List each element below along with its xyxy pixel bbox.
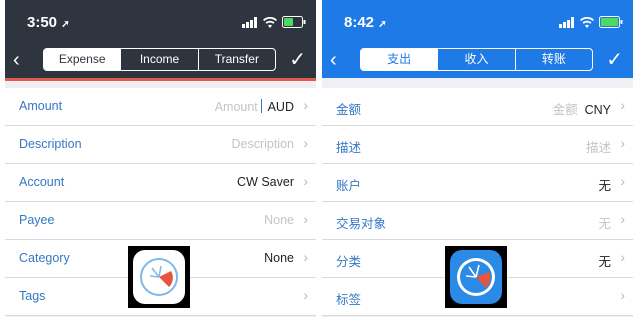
tab-income[interactable]: Income [120, 49, 197, 70]
payee-label: Payee [19, 213, 55, 227]
chevron-right-icon: › [303, 211, 308, 227]
tags-label: 标签 [336, 293, 362, 307]
description-input[interactable]: 描述 [586, 137, 611, 156]
description-row[interactable]: Description Description › [5, 126, 316, 164]
chevron-right-icon: › [303, 287, 308, 303]
chevron-right-icon: › [620, 173, 625, 189]
tab-income[interactable]: 收入 [437, 49, 514, 70]
category-label: 分类 [336, 255, 362, 269]
chevron-right-icon: › [303, 173, 308, 189]
back-chevron-icon[interactable]: ‹ [13, 49, 20, 71]
tab-transfer[interactable]: Transfer [197, 49, 275, 70]
location-arrow-icon: ➚ [61, 19, 70, 30]
category-value: None [264, 251, 294, 265]
wifi-icon [580, 16, 594, 28]
navigation-bar: ‹ Expense Income Transfer ✓ [5, 42, 316, 78]
back-chevron-icon[interactable]: ‹ [330, 49, 337, 71]
account-value: CW Saver [237, 175, 294, 189]
currency-value[interactable]: AUD [268, 100, 294, 114]
chevron-right-icon: › [303, 249, 308, 265]
account-row[interactable]: 账户 无 › [322, 164, 633, 202]
amount-row[interactable]: 金额 金额 CNY › [322, 88, 633, 126]
wifi-icon [263, 16, 277, 28]
tab-transfer[interactable]: 转账 [514, 49, 592, 70]
status-bar: 8:42 ➚ [322, 0, 633, 42]
status-bar: 3:50 ➚ [5, 0, 316, 42]
account-label: 账户 [336, 179, 362, 193]
chevron-right-icon: › [620, 135, 625, 151]
payee-label: 交易对象 [336, 217, 387, 231]
transaction-type-segmented-control: 支出 收入 转账 [360, 48, 593, 71]
tab-expense[interactable]: Expense [44, 49, 121, 70]
description-label: 描述 [336, 141, 362, 155]
description-input[interactable]: Description [231, 137, 294, 151]
amount-row[interactable]: Amount Amount AUD › [5, 88, 316, 126]
signal-icon [242, 16, 257, 28]
amount-label: Amount [19, 99, 63, 113]
tags-label: Tags [19, 289, 46, 303]
account-row[interactable]: Account CW Saver › [5, 164, 316, 202]
category-label: Category [19, 251, 70, 265]
location-arrow-icon: ➚ [378, 19, 387, 30]
phone-screen-chinese: 8:42 ➚ ‹ 支出 收入 转账 ✓ 金额 金额 CNY › 描述 描述 › … [322, 0, 633, 317]
transaction-type-segmented-control: Expense Income Transfer [43, 48, 276, 71]
chevron-right-icon: › [620, 249, 625, 265]
chevron-right-icon: › [620, 287, 625, 303]
accent-divider [5, 78, 316, 81]
tab-expense[interactable]: 支出 [361, 49, 438, 70]
description-row[interactable]: 描述 描述 › [322, 126, 633, 164]
signal-icon [559, 16, 574, 28]
amount-input[interactable]: 金额 [553, 103, 578, 117]
battery-icon [282, 16, 306, 28]
app-logo-icon [128, 246, 190, 308]
navigation-bar: ‹ 支出 收入 转账 ✓ [322, 42, 633, 78]
payee-row[interactable]: 交易对象 无 › [322, 202, 633, 240]
chevron-right-icon: › [303, 135, 308, 151]
battery-icon [599, 16, 623, 28]
status-icons [559, 15, 623, 29]
chevron-right-icon: › [620, 211, 625, 227]
payee-row[interactable]: Payee None › [5, 202, 316, 240]
payee-value: 无 [598, 217, 611, 231]
payee-value: None [264, 213, 294, 227]
amount-input[interactable]: Amount [215, 100, 258, 114]
chevron-right-icon: › [303, 97, 308, 113]
phone-screen-english: 3:50 ➚ ‹ Expense Income Transfer ✓ Amoun… [5, 0, 316, 317]
account-value: 无 [598, 179, 611, 193]
checkmark-icon[interactable]: ✓ [606, 49, 623, 71]
app-logo-icon [445, 246, 507, 308]
description-label: Description [19, 137, 82, 151]
checkmark-icon[interactable]: ✓ [289, 49, 306, 71]
category-value: 无 [598, 255, 611, 269]
currency-value[interactable]: CNY [585, 103, 611, 117]
status-time: 3:50 ➚ [27, 14, 70, 31]
amount-label: 金额 [336, 103, 362, 117]
status-time: 8:42 ➚ [344, 14, 387, 31]
text-cursor [260, 99, 262, 113]
chevron-right-icon: › [620, 97, 625, 113]
account-label: Account [19, 175, 65, 189]
status-icons [242, 15, 306, 29]
